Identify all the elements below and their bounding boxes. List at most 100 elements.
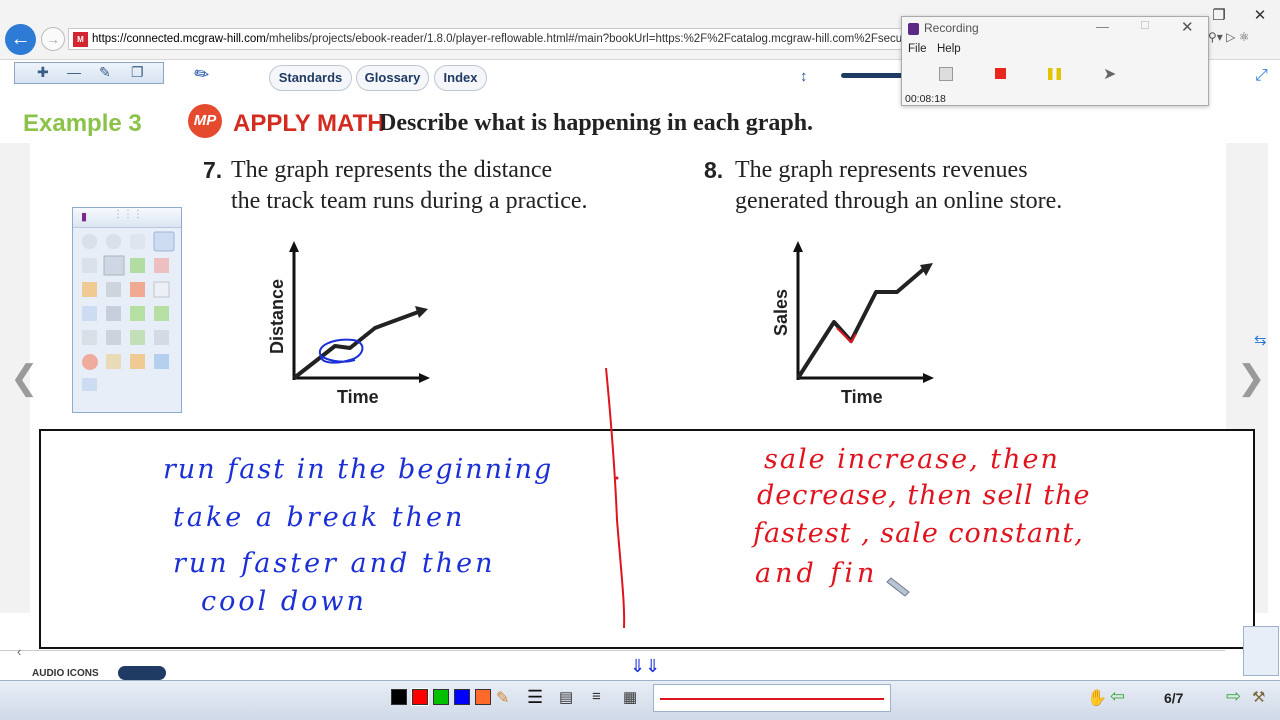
previous-page-icon[interactable]: ❮ bbox=[10, 358, 39, 398]
stop-icon[interactable] bbox=[995, 68, 1006, 79]
tool-link-icon[interactable] bbox=[154, 330, 169, 345]
maximize-icon: ☐ bbox=[1140, 20, 1150, 32]
back-button[interactable]: ← bbox=[5, 24, 36, 55]
text-size-icon[interactable]: ↕ bbox=[800, 68, 808, 85]
ink-left-line-4: cool down bbox=[201, 586, 367, 617]
scroll-left-icon[interactable]: ‹ bbox=[17, 644, 21, 659]
add-icon[interactable]: ✚ bbox=[37, 64, 49, 81]
standards-button[interactable]: Standards bbox=[269, 65, 352, 91]
scroll-down-icon[interactable]: ⇓⇓ bbox=[630, 656, 660, 677]
tool-image-icon[interactable] bbox=[130, 330, 145, 345]
play-icon[interactable]: ➤ bbox=[1103, 64, 1117, 83]
problem-8-number: 8. bbox=[704, 157, 724, 183]
glossary-button[interactable]: Glossary bbox=[356, 65, 429, 91]
forward-button[interactable]: → bbox=[41, 27, 65, 51]
palette-grip[interactable]: ▮ ⋮⋮⋮ bbox=[73, 208, 181, 228]
problem-8-line1: The graph represents revenues bbox=[735, 157, 1028, 183]
previous-icon[interactable]: ⇦ bbox=[1110, 686, 1125, 707]
pen-preview-line bbox=[660, 698, 884, 700]
page-divider bbox=[0, 650, 1225, 651]
recording-window: Recording — ☐ ✕ File Help ➤ 00:08:18 bbox=[901, 16, 1209, 106]
pen-preview bbox=[653, 684, 891, 712]
address-bar[interactable]: M https://connected.mcgraw-hill.com/mhel… bbox=[68, 28, 904, 50]
tool-save-icon[interactable] bbox=[106, 306, 121, 321]
tool-forward-icon[interactable] bbox=[154, 306, 169, 321]
y-axis-label: Distance bbox=[267, 279, 287, 354]
tool-line-icon[interactable] bbox=[106, 282, 121, 297]
problem-8-line2: generated through an online store. bbox=[735, 188, 1063, 214]
ink-left-line-2: take a break then bbox=[173, 502, 465, 533]
index-button[interactable]: Index bbox=[434, 65, 487, 91]
tool-document-icon[interactable] bbox=[82, 306, 97, 321]
tool-copy-icon[interactable] bbox=[153, 231, 175, 252]
screen: ← → M https://connected.mcgraw-hill.com/… bbox=[0, 0, 1280, 720]
hand-icon[interactable]: ✋ bbox=[1087, 688, 1107, 708]
highlighter-icon[interactable]: ✎ bbox=[496, 688, 509, 708]
menu-help[interactable]: Help bbox=[937, 43, 961, 55]
trash-icon[interactable]: ▮ bbox=[81, 210, 87, 223]
tool-back-icon[interactable] bbox=[130, 306, 145, 321]
tool-page-icon[interactable] bbox=[153, 281, 170, 298]
tool-fill-icon[interactable] bbox=[82, 282, 97, 297]
problem-7-line1: The graph represents the distance bbox=[231, 157, 553, 183]
page-heading: Describe what is happening in each graph… bbox=[379, 110, 814, 136]
next-icon[interactable]: ⇨ bbox=[1226, 686, 1241, 707]
problem-7-line2: the track team runs during a practice. bbox=[231, 188, 588, 214]
color-swatch[interactable] bbox=[454, 689, 470, 705]
site-favicon-icon: M bbox=[73, 32, 88, 47]
line-width-icon[interactable]: ☰ bbox=[527, 687, 543, 708]
tool-eraser-icon[interactable] bbox=[154, 258, 169, 273]
example-label: Example 3 bbox=[23, 110, 142, 137]
tool-delete-icon[interactable] bbox=[130, 282, 145, 297]
menu-file[interactable]: File bbox=[908, 43, 927, 55]
pause-icon[interactable] bbox=[1048, 68, 1061, 80]
ink-right-line-4: and fin bbox=[755, 558, 878, 589]
ink-right-line-1: sale increase, then bbox=[764, 444, 1060, 475]
grid-icon[interactable]: ▦ bbox=[623, 688, 637, 706]
select-icon[interactable]: ▤ bbox=[559, 688, 573, 706]
y-axis-label: Sales bbox=[771, 289, 791, 336]
tool-table-icon[interactable] bbox=[82, 330, 97, 345]
tool-redo-icon[interactable] bbox=[106, 234, 121, 249]
recording-title: Recording bbox=[924, 21, 979, 35]
ink-left-line-1: run fast in the beginning bbox=[163, 454, 553, 485]
tool-marker-icon[interactable] bbox=[130, 258, 145, 273]
color-swatch[interactable] bbox=[391, 689, 407, 705]
browser-tools[interactable]: ⚲▾ ▷ ⚛ bbox=[1208, 30, 1249, 44]
ink-toolbar: ✚ — ✎ ❐ bbox=[14, 62, 164, 84]
record-icon[interactable] bbox=[939, 67, 953, 81]
edit-icon[interactable]: ✎ bbox=[99, 64, 111, 81]
recorder-app-icon bbox=[908, 23, 919, 35]
tool-pointer-icon[interactable] bbox=[82, 258, 97, 273]
minimize-icon[interactable]: — bbox=[1096, 19, 1109, 34]
ink-right-line-2: decrease, then sell the bbox=[757, 480, 1090, 511]
url-text: https://connected.mcgraw-hill.com/mhelib… bbox=[92, 33, 902, 45]
audio-toggle[interactable] bbox=[118, 666, 166, 680]
color-swatch[interactable] bbox=[411, 688, 429, 706]
mp-badge-icon: MP bbox=[188, 104, 222, 138]
tools-icon[interactable]: ⚒ bbox=[1252, 688, 1265, 706]
text-tool-icon[interactable]: ≡ bbox=[592, 688, 601, 705]
restore-window-icon[interactable]: ❐ bbox=[1206, 6, 1232, 24]
color-swatch[interactable] bbox=[433, 689, 449, 705]
minus-icon[interactable]: — bbox=[67, 64, 81, 80]
grip-dots-icon: ⋮⋮⋮ bbox=[113, 209, 143, 220]
close-icon[interactable]: ✕ bbox=[1181, 18, 1194, 36]
problem-7-number: 7. bbox=[203, 157, 223, 183]
audio-icons-label: AUDIO ICONS bbox=[32, 668, 99, 679]
tool-disk-icon[interactable] bbox=[106, 330, 121, 345]
color-swatch[interactable] bbox=[475, 689, 491, 705]
handle-icon[interactable] bbox=[1243, 626, 1279, 676]
recording-timer: 00:08:18 bbox=[905, 93, 946, 105]
pen-icon[interactable]: ✏ bbox=[192, 63, 210, 86]
window-icon[interactable]: ❐ bbox=[131, 64, 144, 81]
tool-mouse-icon[interactable] bbox=[130, 234, 145, 249]
zoom-slider[interactable] bbox=[841, 73, 903, 78]
tool-pen-icon[interactable] bbox=[103, 255, 125, 276]
apply-math-label: APPLY MATH bbox=[233, 110, 385, 137]
panel-toggle-icon[interactable]: ⇆ bbox=[1254, 331, 1267, 349]
ink-left-line-3: run faster and then bbox=[173, 548, 496, 579]
tool-undo-icon[interactable] bbox=[82, 234, 97, 249]
fullscreen-icon[interactable]: ⤢ bbox=[1255, 67, 1268, 85]
close-window-icon[interactable]: ✕ bbox=[1247, 6, 1273, 24]
